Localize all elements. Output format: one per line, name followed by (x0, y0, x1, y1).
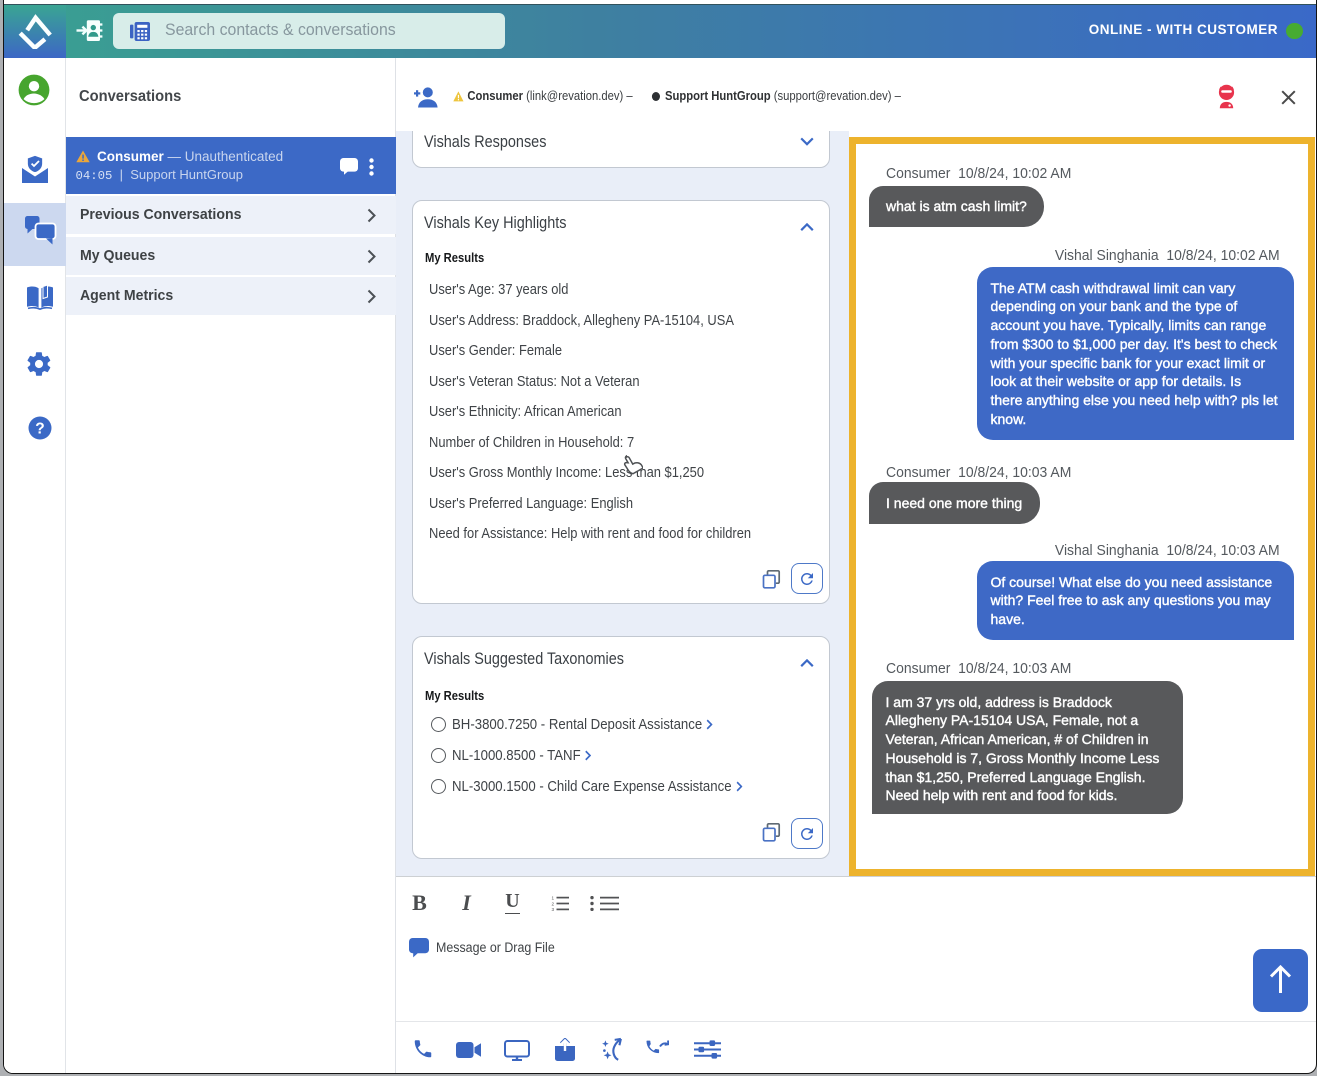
svg-text:3: 3 (551, 907, 554, 911)
svg-text:2: 2 (551, 901, 554, 906)
svg-text:1: 1 (551, 896, 554, 900)
svg-text:?: ? (35, 421, 44, 438)
